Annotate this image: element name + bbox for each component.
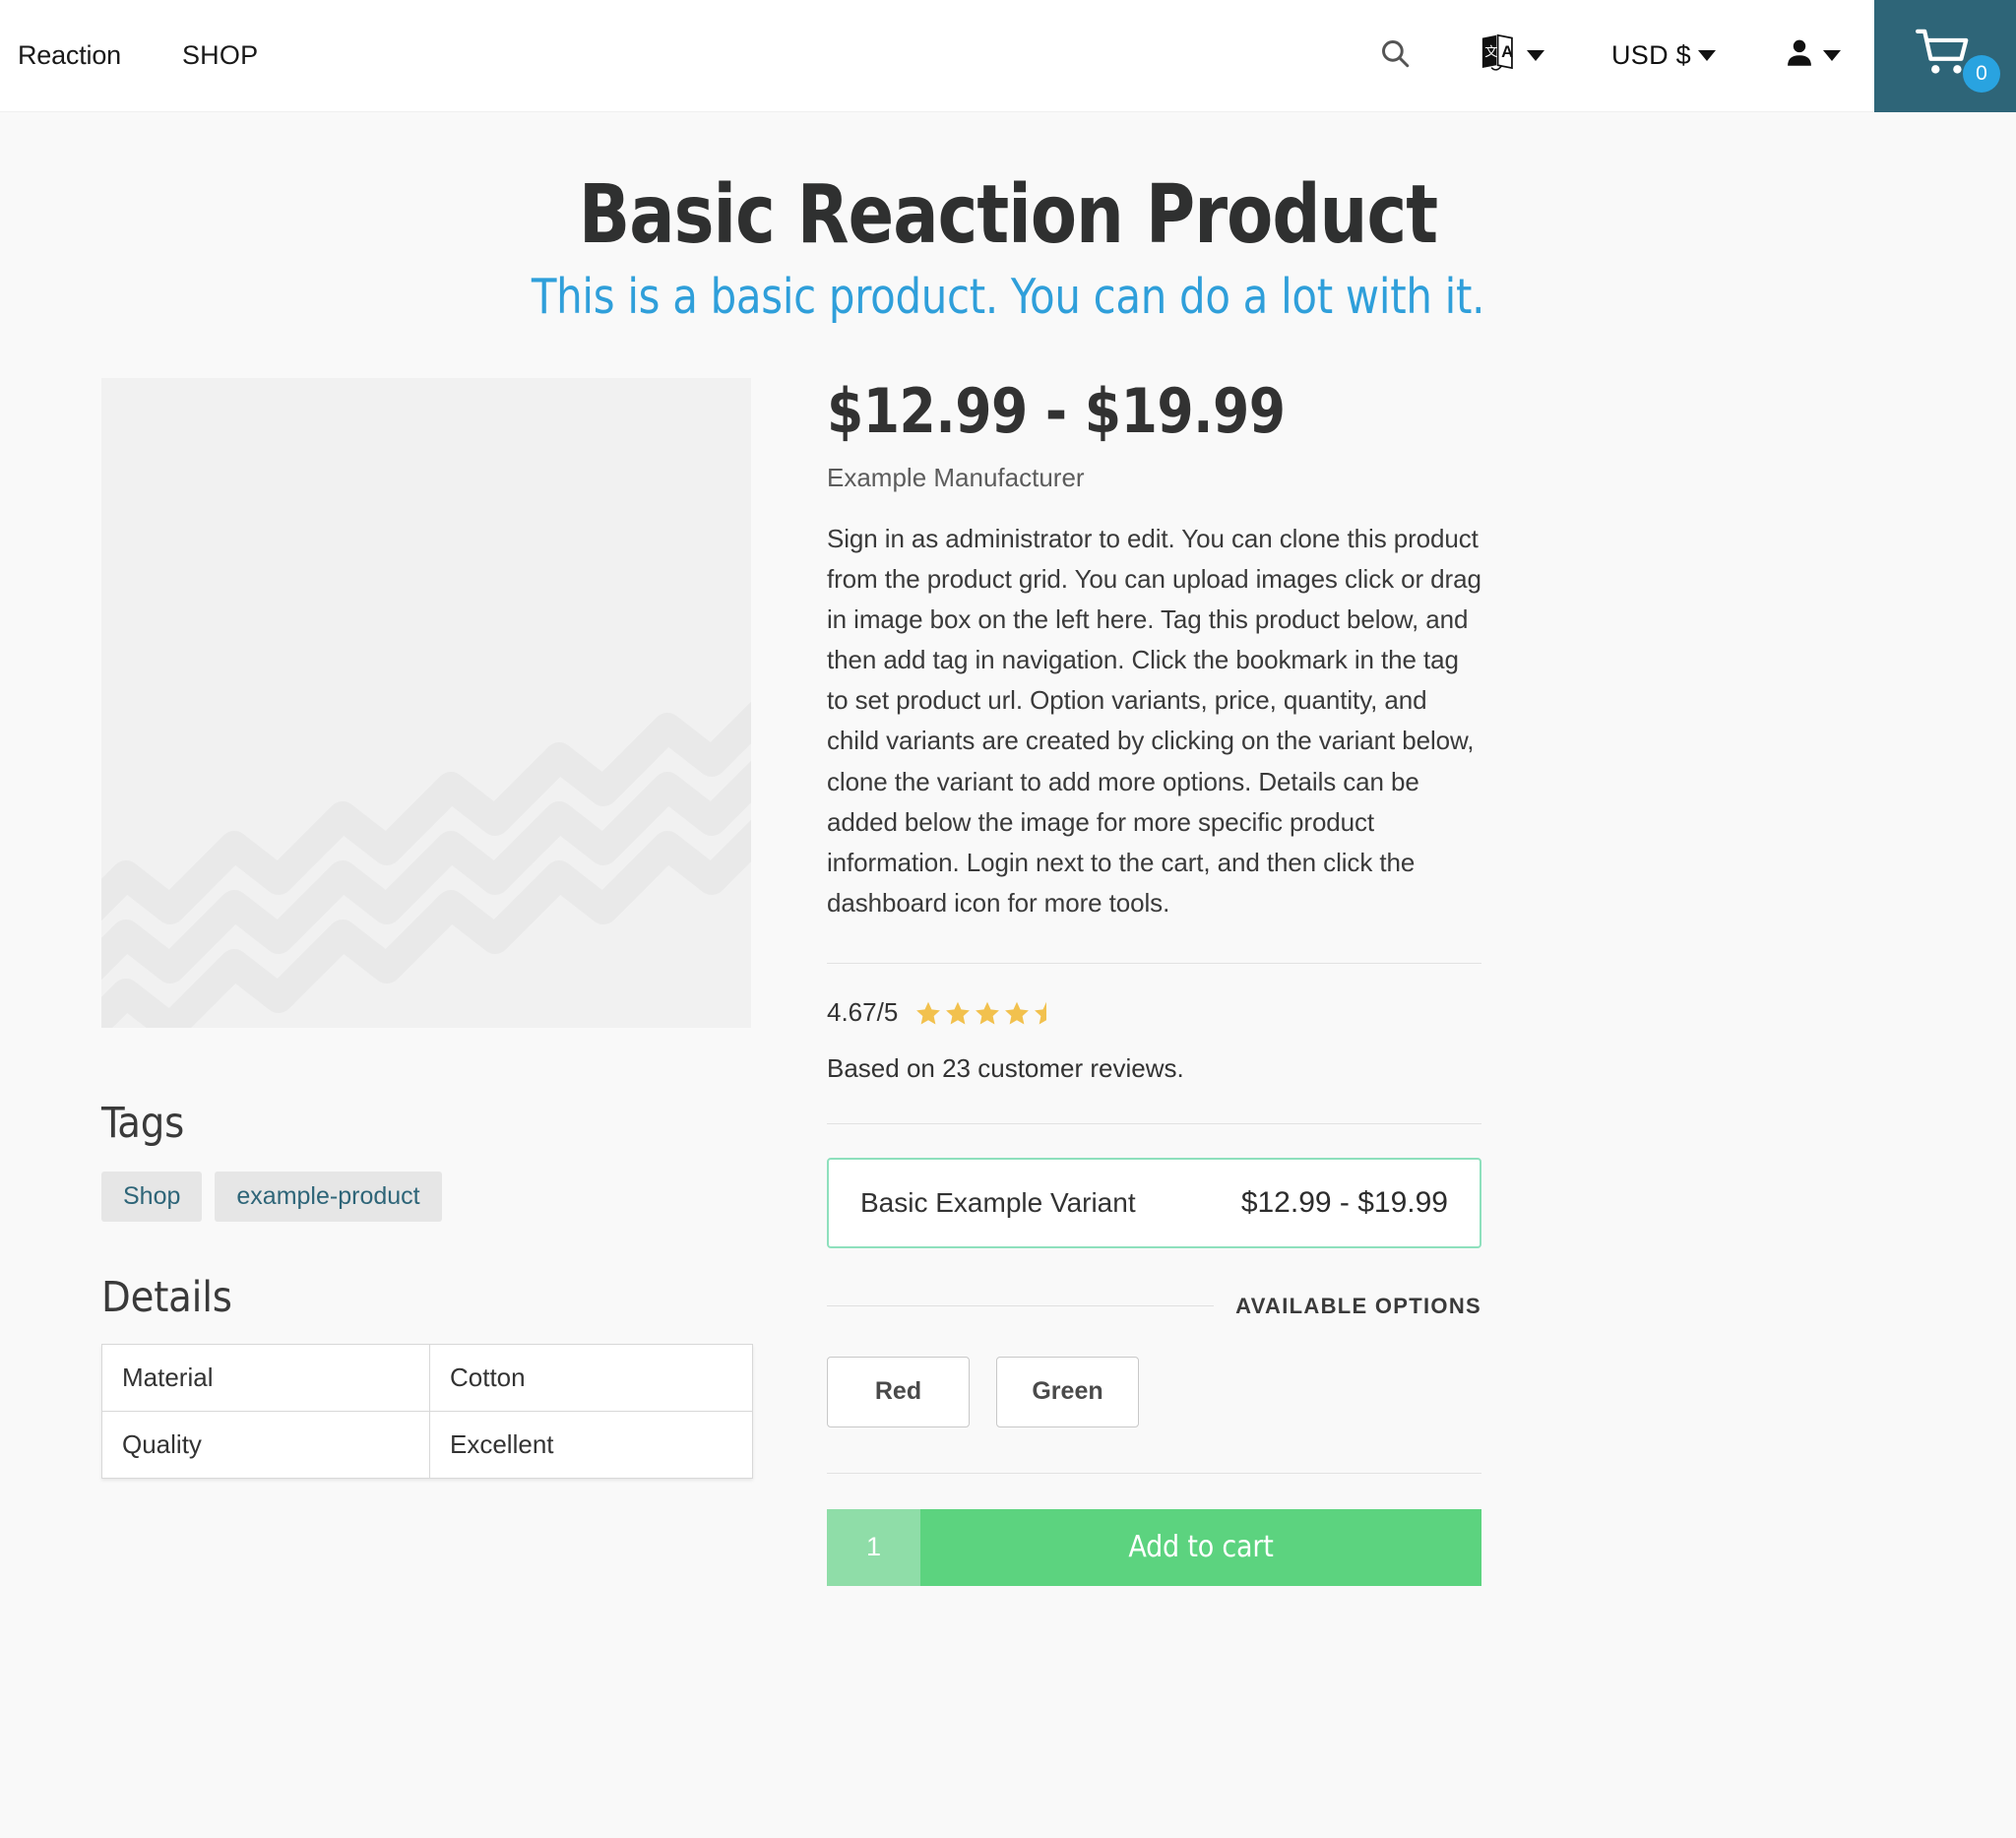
divider: [827, 1122, 1481, 1124]
tags-heading: Tags: [101, 1098, 185, 1148]
currency-selector[interactable]: USD $: [1578, 0, 1749, 111]
account-menu[interactable]: [1749, 0, 1874, 111]
variant-option-card[interactable]: Basic Example Variant $12.99 - $19.99: [827, 1157, 1481, 1248]
product-left-column: Tags Shop example-product Details Materi…: [101, 377, 753, 1586]
brand-logo-link[interactable]: Reaction: [18, 40, 121, 71]
table-row: Quality Excellent: [101, 1410, 753, 1479]
option-button-list: Red Green: [827, 1356, 1481, 1427]
search-button[interactable]: [1345, 0, 1445, 111]
product-detail-layout: Tags Shop example-product Details Materi…: [0, 374, 2016, 1586]
chevron-down-icon: [1698, 50, 1716, 61]
option-button-green[interactable]: Green: [996, 1356, 1139, 1427]
product-right-column: $12.99 - $19.99 Example Manufacturer Sig…: [827, 374, 1481, 1586]
user-icon: [1783, 36, 1816, 75]
header-nav-right: A 文 USD $ 0: [1345, 0, 2016, 112]
add-to-cart-button[interactable]: Add to cart: [920, 1508, 1481, 1586]
available-options-label: AVAILABLE OPTIONS: [1235, 1293, 1481, 1318]
language-selector[interactable]: A 文: [1445, 0, 1578, 111]
product-vendor: Example Manufacturer: [827, 463, 1085, 493]
details-table: Material Cotton Quality Excellent: [101, 1343, 753, 1479]
cart-button[interactable]: 0: [1874, 0, 2016, 112]
site-header: Reaction SHOP A 文 USD $ 0: [0, 0, 2016, 112]
product-price: $12.99 - $19.99: [827, 374, 1286, 447]
divider: [827, 1472, 1481, 1474]
nav-shop-link[interactable]: SHOP: [182, 40, 258, 71]
detail-key: Material: [101, 1343, 430, 1412]
table-row: Material Cotton: [101, 1343, 753, 1412]
detail-key: Quality: [101, 1410, 430, 1479]
tag-chip[interactable]: example-product: [215, 1171, 442, 1222]
product-header: Basic Reaction Product This is a basic p…: [0, 112, 2016, 325]
add-to-cart-form: Add to cart: [827, 1508, 1481, 1586]
chevron-down-icon: [1823, 50, 1841, 61]
quantity-input[interactable]: [827, 1508, 920, 1586]
rating-value: 4.67/5: [827, 996, 899, 1027]
product-image-placeholder[interactable]: [101, 377, 751, 1028]
page-subtitle: This is a basic product. You can do a lo…: [531, 268, 1485, 325]
variant-name: Basic Example Variant: [860, 1186, 1136, 1218]
reviews-count-note: Based on 23 customer reviews.: [827, 1052, 1184, 1083]
details-heading: Details: [101, 1272, 232, 1322]
tag-list: Shop example-product: [101, 1171, 751, 1222]
variant-price: $12.99 - $19.99: [1240, 1185, 1448, 1219]
divider-line: [827, 1305, 1215, 1307]
tag-chip[interactable]: Shop: [101, 1171, 203, 1222]
detail-value: Cotton: [429, 1343, 753, 1412]
product-description: Sign in as administrator to edit. You ca…: [827, 524, 1481, 918]
star-rating: [915, 997, 1073, 1027]
cart-count-badge: 0: [1963, 54, 2000, 93]
search-icon: [1378, 36, 1412, 75]
currency-label: USD $: [1610, 40, 1691, 70]
divider: [827, 962, 1481, 964]
header-nav-left: Reaction SHOP: [0, 40, 258, 71]
svg-text:A: A: [1501, 42, 1513, 61]
rating-row: 4.67/5: [827, 997, 1481, 1028]
chevron-down-icon: [1526, 50, 1544, 61]
svg-text:文: 文: [1484, 44, 1497, 60]
detail-value: Excellent: [429, 1410, 753, 1479]
option-button-red[interactable]: Red: [827, 1356, 970, 1427]
page-title: Basic Reaction Product: [578, 168, 1438, 262]
translate-icon: A 文: [1479, 32, 1520, 79]
available-options-divider: AVAILABLE OPTIONS: [827, 1294, 1481, 1319]
